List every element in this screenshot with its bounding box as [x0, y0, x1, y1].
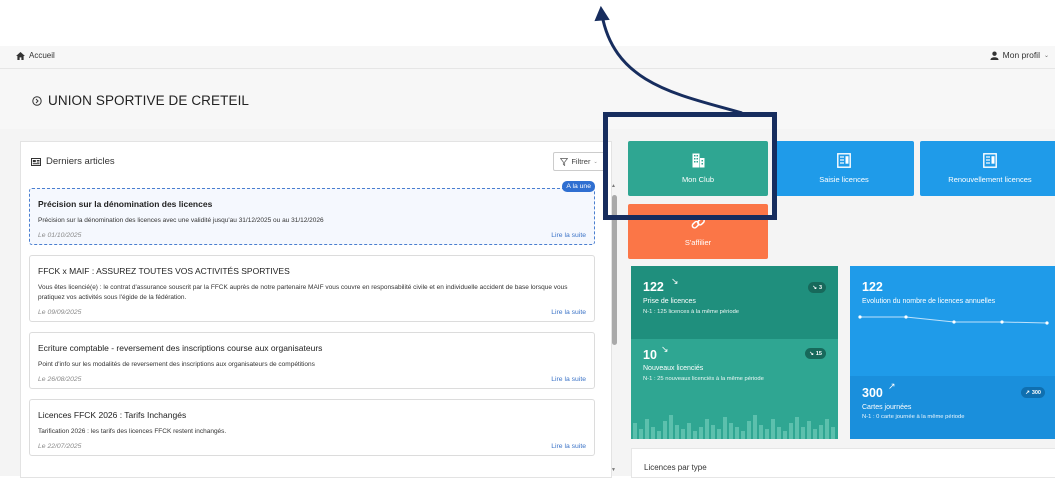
article-summary: Tarification 2026 : les tarifs des licen… [38, 428, 227, 436]
article-date: Le 22/07/2025 [38, 443, 82, 451]
delta-value: 3 [818, 284, 822, 291]
article-date: Le 09/09/2025 [38, 309, 82, 317]
saffilier-label[interactable]: S'affilier [685, 238, 711, 247]
cartes-journees-value: 300 [862, 386, 883, 400]
nouveaux-licencies-card[interactable]: 10 ↘ ↘ 15 Nouveaux licenciés N-1 : 25 no… [631, 339, 838, 439]
prise-licences-sub: N-1 : 125 licences à la même période [643, 309, 740, 315]
page-title: UNION SPORTIVE DE CRETEIL [32, 93, 249, 108]
highlight-box [603, 112, 777, 220]
read-more-link[interactable]: Lire la suite [551, 309, 586, 316]
circle-arrow-icon [32, 95, 42, 106]
evolution-label: Evolution du nombre de licences annuelle… [862, 298, 996, 305]
article-card[interactable]: A la une Précision sur la dénomination d… [29, 181, 595, 246]
prise-licences-card[interactable]: 122 ↘ ↘ 3 Prise de licences N-1 : 125 li… [631, 266, 838, 339]
top-bar: Accueil Mon profil ⌄ [0, 46, 1055, 69]
nouveaux-licencies-sub: N-1 : 25 nouveaux licenciés à la même pé… [643, 376, 764, 382]
breadcrumb[interactable]: Accueil [16, 51, 55, 60]
cartes-journees-sub: N-1 : 0 carte journée à la même période [862, 414, 965, 420]
profile-label[interactable]: Mon profil [1003, 50, 1040, 60]
delta-badge: ↘ 15 [805, 348, 826, 359]
licences-par-type-title: Licences par type [644, 463, 707, 472]
article-card[interactable]: Licences FFCK 2026 : Tarifs Inchangés Ta… [29, 399, 595, 457]
chevron-down-icon: ⌄ [593, 158, 598, 165]
trend-up-icon: ↗ [888, 381, 896, 391]
saisie-licences-tile[interactable]: Saisie licences [774, 141, 914, 196]
prise-licences-value: 122 [643, 280, 664, 294]
article-summary: Vous êtes licencié(e) : le contrat d'ass… [38, 284, 568, 302]
prise-licences-label: Prise de licences [643, 298, 696, 305]
delta-badge: ↘ 3 [808, 282, 826, 293]
trend-down-icon: ↘ [671, 276, 679, 286]
trend-down-icon: ↘ [661, 344, 669, 354]
newspaper-icon [31, 157, 41, 166]
article-date: Le 01/10/2025 [38, 232, 82, 240]
trend-down-icon: ↘ [809, 350, 814, 357]
chevron-down-icon: ⌄ [1043, 52, 1049, 59]
renouvellement-licences-label[interactable]: Renouvellement licences [948, 175, 1031, 184]
evolution-card[interactable]: 122 Evolution du nombre de licences annu… [850, 266, 1055, 376]
nouveaux-licencies-label: Nouveaux licenciés [643, 365, 704, 372]
article-title[interactable]: Licences FFCK 2026 : Tarifs Inchangés [38, 410, 586, 420]
read-more-link[interactable]: Lire la suite [551, 443, 586, 450]
article-card[interactable]: FFCK x MAIF : ASSUREZ TOUTES VOS ACTIVIT… [29, 255, 595, 323]
articles-panel-title: Derniers articles [46, 156, 115, 167]
filter-label[interactable]: Filtrer [571, 157, 590, 166]
article-summary: Point d'info sur les modalités de revers… [38, 361, 315, 369]
licences-par-type-card: Licences par type [631, 448, 1055, 478]
breadcrumb-home-label[interactable]: Accueil [29, 51, 55, 60]
delta-value: 300 [1031, 389, 1041, 396]
cartes-journees-label: Cartes journées [862, 404, 912, 411]
trend-down-icon: ↘ [812, 284, 817, 291]
scroll-down-arrow-icon[interactable]: ▼ [611, 467, 616, 473]
articles-panel-header: Derniers articles [31, 156, 115, 167]
article-date: Le 26/08/2025 [38, 376, 82, 384]
cartes-journees-card[interactable]: 300 ↗ ↗ 300 Cartes journées N-1 : 0 cart… [850, 376, 1055, 439]
evolution-line-chart [858, 315, 1049, 325]
article-title[interactable]: Précision sur la dénomination des licenc… [38, 199, 586, 209]
renouvellement-licences-tile[interactable]: Renouvellement licences [920, 141, 1055, 196]
license-card-icon [837, 153, 851, 168]
articles-panel: Derniers articles Filtrer ⌄ A la une Pré… [20, 141, 612, 478]
article-summary: Précision sur la dénomination des licenc… [38, 217, 324, 224]
nouveaux-licencies-value: 10 [643, 348, 657, 362]
evolution-value: 122 [862, 280, 883, 294]
featured-badge: A la une [562, 181, 595, 192]
user-icon [990, 51, 999, 60]
license-card-icon [983, 153, 997, 168]
article-title[interactable]: FFCK x MAIF : ASSUREZ TOUTES VOS ACTIVIT… [38, 266, 586, 276]
read-more-link[interactable]: Lire la suite [551, 376, 586, 383]
articles-list: A la une Précision sur la dénomination d… [29, 181, 595, 466]
read-more-link[interactable]: Lire la suite [551, 232, 586, 239]
profile-menu[interactable]: Mon profil ⌄ [990, 50, 1049, 60]
home-icon [16, 51, 25, 60]
articles-scrollbar[interactable]: ▲ ▼ [611, 183, 618, 473]
page-title-text: UNION SPORTIVE DE CRETEIL [48, 93, 250, 108]
trend-up-icon: ↗ [1025, 389, 1030, 396]
delta-value: 15 [815, 350, 822, 357]
funnel-icon [560, 157, 569, 166]
article-card[interactable]: Ecriture comptable - reversement des ins… [29, 332, 595, 390]
article-title[interactable]: Ecriture comptable - reversement des ins… [38, 343, 586, 353]
page-header: UNION SPORTIVE DE CRETEIL [0, 69, 1055, 129]
saisie-licences-label[interactable]: Saisie licences [819, 175, 869, 184]
delta-badge: ↗ 300 [1021, 387, 1045, 398]
sparkline-bars [633, 415, 835, 439]
filter-button[interactable]: Filtrer ⌄ [553, 152, 605, 171]
